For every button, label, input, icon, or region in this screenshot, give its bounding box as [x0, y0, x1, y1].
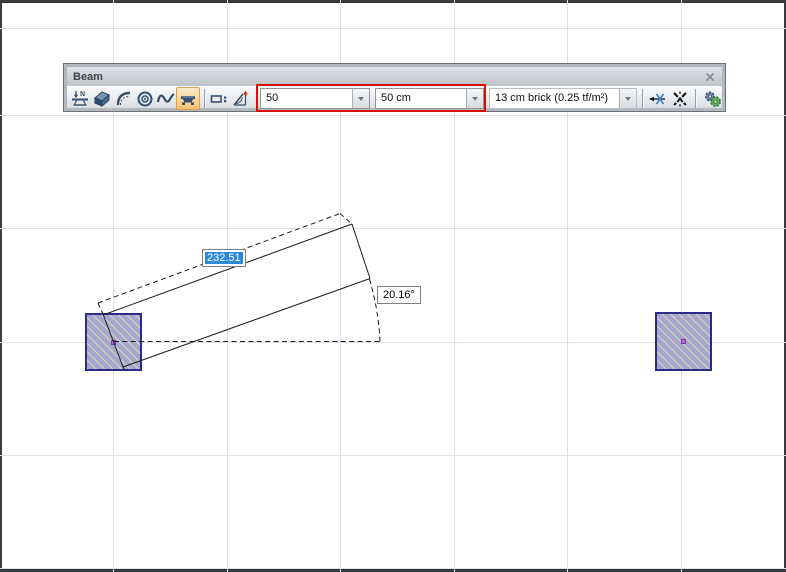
beam-angle-input[interactable]: 20.16°	[377, 286, 421, 304]
chevron-down-icon	[358, 96, 364, 101]
beam-width-dropdown-button[interactable]	[352, 89, 369, 108]
toolbar-titlebar[interactable]: Beam	[67, 67, 722, 86]
toolbar-separator	[204, 89, 205, 108]
continuous-beam-button[interactable]	[176, 87, 200, 110]
wall-load-dropdown-button[interactable]	[619, 89, 636, 108]
node-intersect-icon	[649, 93, 665, 105]
node-break-icon	[673, 91, 687, 107]
wall-load-value: 13 cm brick (0.25 tf/m²)	[495, 92, 609, 104]
svg-text:N: N	[80, 91, 85, 98]
beam-section-button[interactable]	[208, 88, 230, 110]
beam-section-icon	[210, 95, 227, 103]
circular-beam-icon	[137, 91, 153, 107]
curved-beam-icon	[116, 91, 131, 106]
toolbar-title: Beam	[73, 70, 103, 83]
beam-angle-value: 20.16°	[383, 289, 415, 301]
beam-toolbar: Beam N 50 50 cm 13 cm brick (0.25 tf/m²)	[63, 63, 726, 112]
gears-icon	[705, 91, 721, 107]
wall-load-combobox[interactable]: 13 cm brick (0.25 tf/m²)	[489, 88, 637, 109]
beam-depth-combobox[interactable]: 50 cm	[375, 88, 484, 109]
beam-3d-button[interactable]	[91, 88, 113, 110]
beam-settings-button[interactable]	[702, 88, 724, 110]
beam-depth-value: 50 cm	[381, 92, 411, 104]
inclined-beam-button[interactable]	[230, 88, 252, 110]
beam-3d-icon	[94, 91, 110, 108]
continuous-beam-icon	[181, 95, 195, 105]
curved-beam-button[interactable]	[113, 88, 135, 110]
axial-beam-icon: N	[72, 91, 88, 106]
spline-beam-button[interactable]	[155, 88, 177, 110]
close-button[interactable]	[702, 70, 717, 84]
toolbar-tools-row: N 50 50 cm 13 cm brick (0.25 tf/m²)	[67, 84, 724, 112]
node-break-button[interactable]	[669, 88, 691, 110]
beam-depth-dropdown-button[interactable]	[466, 89, 483, 108]
inclined-beam-icon	[233, 90, 248, 106]
app-window: 232.51 20.16° Beam N 50 50 cm 13 cm bric…	[0, 0, 786, 572]
beam-width-value: 50	[266, 92, 279, 104]
beam-length-value: 232.51	[205, 252, 243, 264]
close-icon	[705, 72, 714, 82]
toolbar-separator	[695, 89, 696, 108]
axial-beam-button[interactable]: N	[69, 88, 91, 110]
circular-beam-button[interactable]	[134, 88, 156, 110]
chevron-down-icon	[472, 96, 478, 101]
beam-width-combobox[interactable]: 50	[260, 88, 370, 109]
chevron-down-icon	[625, 96, 631, 101]
toolbar-separator	[642, 89, 643, 108]
beam-length-input[interactable]: 232.51	[202, 249, 246, 267]
node-intersect-button[interactable]	[647, 88, 669, 110]
spline-beam-icon	[156, 93, 175, 103]
